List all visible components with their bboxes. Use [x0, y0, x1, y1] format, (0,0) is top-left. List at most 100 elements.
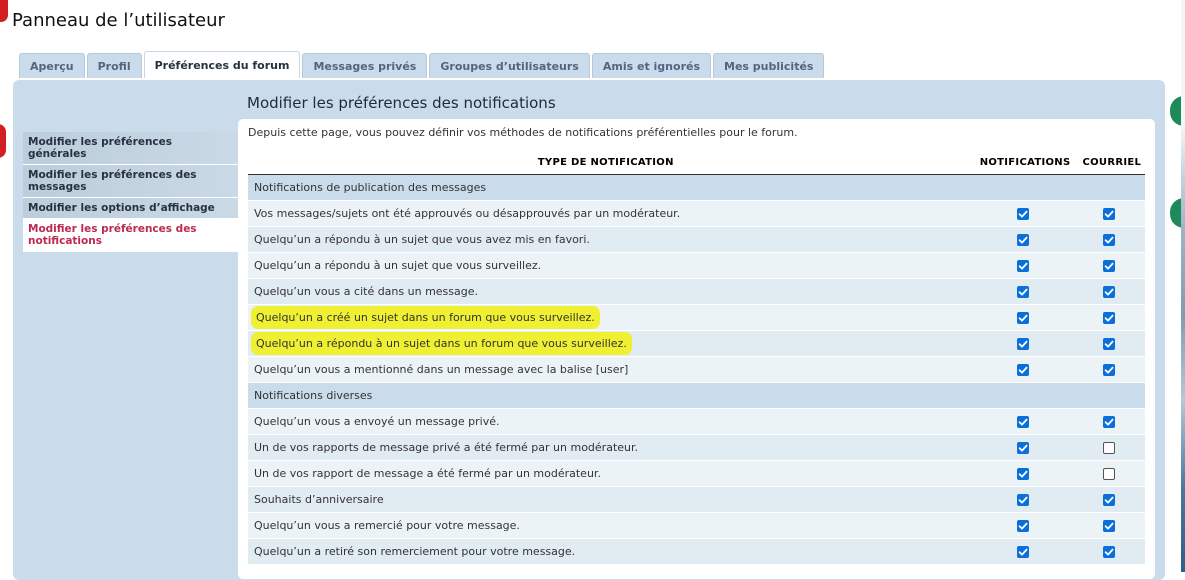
notifications-cell — [1008, 363, 1038, 376]
notifications-table: TYPE DE NOTIFICATION NOTIFICATIONS COURR… — [248, 150, 1145, 565]
notifications-cell — [1008, 285, 1038, 298]
email-checkbox[interactable] — [1103, 207, 1115, 220]
table-row: Quelqu’un vous a mentionné dans un messa… — [248, 357, 1145, 383]
column-header-email: COURRIEL — [1082, 156, 1142, 168]
row-label: Vos messages/sujets ont été approuvés ou… — [248, 207, 1008, 220]
table-row: Quelqu’un a créé un sujet dans un forum … — [248, 305, 1145, 331]
notification-checkbox[interactable] — [1017, 259, 1029, 272]
notification-checkbox[interactable] — [1017, 233, 1029, 246]
row-label: Quelqu’un a retiré son remerciement pour… — [248, 545, 1008, 558]
row-text: Quelqu’un vous a envoyé un message privé… — [254, 415, 500, 428]
notifications-cell — [1008, 467, 1038, 480]
tab-2[interactable]: Préférences du forum — [143, 51, 301, 78]
notification-checkbox[interactable] — [1017, 545, 1029, 558]
row-label: Quelqu’un a créé un sujet dans un forum … — [248, 309, 1008, 326]
email-cell — [1094, 415, 1124, 428]
page-title: Panneau de l’utilisateur — [12, 10, 225, 31]
sidebar-item-0[interactable]: Modifier les préférences générales — [23, 132, 238, 165]
email-cell — [1094, 545, 1124, 558]
email-cell — [1094, 441, 1124, 454]
edge-decoration-red — [0, 124, 6, 158]
notification-checkbox[interactable] — [1017, 311, 1029, 324]
section-heading: Modifier les préférences des notificatio… — [247, 94, 556, 112]
row-label: Quelqu’un vous a mentionné dans un messa… — [248, 363, 1008, 376]
tab-bar: Aperçu Profil Préférences du forum Messages… — [19, 51, 825, 79]
notification-checkbox[interactable] — [1017, 493, 1029, 506]
email-cell — [1094, 363, 1124, 376]
sidebar-item-2[interactable]: Modifier les options d’affichage — [23, 198, 238, 219]
row-label: Un de vos rapports de message privé a ét… — [248, 441, 1008, 454]
notification-checkbox[interactable] — [1017, 337, 1029, 350]
table-row: Quelqu’un a retiré son remerciement pour… — [248, 539, 1145, 565]
sidebar-item-3[interactable]: Modifier les préférences des notificatio… — [23, 219, 238, 252]
row-text: Un de vos rapports de message privé a ét… — [254, 441, 639, 454]
row-text: Quelqu’un vous a mentionné dans un messa… — [254, 363, 629, 376]
notifications-cell — [1008, 493, 1038, 506]
notification-checkbox[interactable] — [1017, 519, 1029, 532]
email-checkbox[interactable] — [1103, 545, 1115, 558]
table-row: Quelqu’un a répondu à un sujet que vous … — [248, 227, 1145, 253]
table-header: TYPE DE NOTIFICATION NOTIFICATIONS COURR… — [248, 150, 1145, 175]
table-row: Souhaits d’anniversaire — [248, 487, 1145, 513]
tab-3[interactable]: Messages privés — [302, 53, 428, 78]
notifications-cell — [1008, 441, 1038, 454]
table-row: Quelqu’un a répondu à un sujet que vous … — [248, 253, 1145, 279]
email-cell — [1094, 259, 1124, 272]
row-label: Quelqu’un vous a remercié pour votre mes… — [248, 519, 1008, 532]
row-text: Souhaits d’anniversaire — [254, 493, 384, 506]
notifications-cell — [1008, 519, 1038, 532]
row-label: Quelqu’un a répondu à un sujet dans un f… — [248, 335, 1008, 352]
email-checkbox[interactable] — [1103, 285, 1115, 298]
email-checkbox[interactable] — [1103, 519, 1115, 532]
sidebar-item-1[interactable]: Modifier les préférences des messages — [23, 165, 238, 198]
table-row: Quelqu’un a répondu à un sujet dans un f… — [248, 331, 1145, 357]
notification-checkbox[interactable] — [1017, 415, 1029, 428]
row-text: Quelqu’un a répondu à un sujet que vous … — [254, 259, 542, 272]
email-cell — [1094, 311, 1124, 324]
email-cell — [1094, 493, 1124, 506]
row-label: Quelqu’un a répondu à un sujet que vous … — [248, 259, 1008, 272]
section-header: Notifications diverses — [248, 383, 1145, 409]
notification-checkbox[interactable] — [1017, 467, 1029, 480]
email-cell — [1094, 467, 1124, 480]
email-checkbox[interactable] — [1103, 233, 1115, 246]
notification-checkbox[interactable] — [1017, 441, 1029, 454]
email-checkbox[interactable] — [1103, 493, 1115, 506]
notifications-cell — [1008, 545, 1038, 558]
email-checkbox[interactable] — [1103, 363, 1115, 376]
tab-0[interactable]: Aperçu — [19, 53, 85, 78]
email-cell — [1094, 207, 1124, 220]
email-checkbox[interactable] — [1103, 311, 1115, 324]
edge-decoration-red — [0, 0, 8, 22]
row-label: Souhaits d’anniversaire — [248, 493, 1008, 506]
row-label: Quelqu’un vous a cité dans un message. — [248, 285, 1008, 298]
notification-checkbox[interactable] — [1017, 207, 1029, 220]
tab-5[interactable]: Amis et ignorés — [591, 53, 711, 78]
email-cell — [1094, 233, 1124, 246]
row-text: Quelqu’un vous a remercié pour votre mes… — [254, 519, 520, 532]
email-checkbox[interactable] — [1103, 259, 1115, 272]
notifications-cell — [1008, 259, 1038, 272]
tab-6[interactable]: Mes publicités — [713, 53, 825, 78]
notification-checkbox[interactable] — [1017, 285, 1029, 298]
email-cell — [1094, 285, 1124, 298]
edge-decoration-strip — [1181, 0, 1185, 572]
sidebar: Modifier les préférences générales Modifi… — [23, 132, 238, 252]
tab-1[interactable]: Profil — [86, 53, 142, 78]
notifications-cell — [1008, 311, 1038, 324]
table-row: Quelqu’un vous a remercié pour votre mes… — [248, 513, 1145, 539]
row-label: Quelqu’un vous a envoyé un message privé… — [248, 415, 1008, 428]
table-row: Un de vos rapports de message privé a ét… — [248, 435, 1145, 461]
notifications-cell — [1008, 415, 1038, 428]
email-checkbox[interactable] — [1103, 415, 1115, 428]
row-text: Quelqu’un vous a cité dans un message. — [254, 285, 478, 298]
tab-4[interactable]: Groupes d’utilisateurs — [429, 53, 590, 78]
notifications-cell — [1008, 233, 1038, 246]
row-label: Un de vos rapport de message a été fermé… — [248, 467, 1008, 480]
email-checkbox[interactable] — [1103, 337, 1115, 350]
notification-checkbox[interactable] — [1017, 363, 1029, 376]
table-row: Quelqu’un vous a envoyé un message privé… — [248, 409, 1145, 435]
section-header: Notifications de publication des message… — [248, 175, 1145, 201]
email-checkbox[interactable] — [1103, 441, 1115, 454]
email-checkbox[interactable] — [1103, 467, 1115, 480]
